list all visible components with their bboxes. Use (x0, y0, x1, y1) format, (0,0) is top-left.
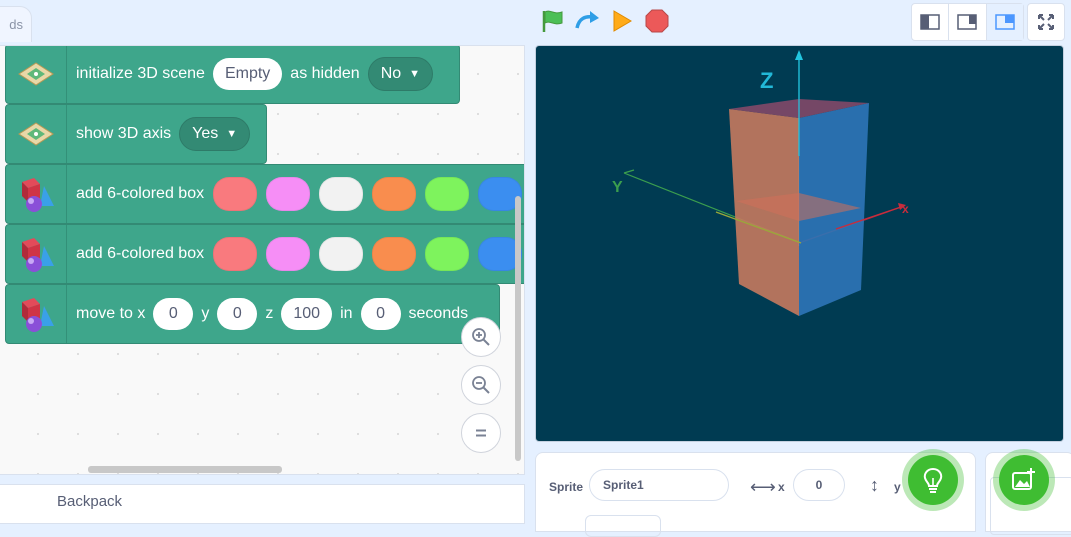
horizontal-scrollbar[interactable] (88, 466, 282, 473)
block-initialize-3d-scene[interactable]: initialize 3D scene Empty as hidden No ▼ (5, 46, 460, 104)
color-swatch-1[interactable] (213, 177, 258, 211)
axis-label-y: Y (612, 179, 623, 196)
stage-size-toggle[interactable] (911, 3, 1024, 41)
block-label: as hidden (290, 65, 360, 82)
block-label: move to x (76, 305, 146, 322)
equals-icon (476, 429, 486, 437)
tab-sounds[interactable]: ds (0, 6, 32, 42)
zoom-in-icon (472, 328, 490, 346)
curved-arrow-icon (575, 11, 599, 29)
hidden-dropdown[interactable]: No ▼ (367, 57, 434, 91)
color-swatch-3[interactable] (319, 177, 364, 211)
large-stage-button[interactable] (986, 4, 1023, 40)
green-flag-button[interactable] (540, 8, 566, 34)
caret-down-icon: ▼ (226, 128, 238, 140)
scene-type-input[interactable]: Empty (212, 58, 283, 90)
zoom-out-icon (472, 376, 490, 394)
zoom-in-button[interactable] (461, 317, 501, 357)
x-label: x (778, 480, 785, 494)
scene-extension-icon (6, 105, 67, 163)
play-button[interactable] (609, 8, 635, 34)
3d-scene: Z Y x (612, 50, 909, 316)
sprite-name-input[interactable]: Sprite1 (589, 469, 729, 501)
block-add-6-colored-box[interactable]: add 6-colored box (5, 164, 524, 224)
stage-canvas[interactable]: Z Y x (535, 45, 1064, 442)
color-swatch-1[interactable] (213, 237, 258, 271)
color-swatch-5[interactable] (425, 237, 470, 271)
block-show-3d-axis[interactable]: show 3D axis Yes ▼ (5, 104, 267, 164)
code-workspace[interactable]: initialize 3D scene Empty as hidden No ▼ … (0, 45, 525, 475)
axis-label-z: Z (760, 68, 773, 93)
3d-shapes-icon (6, 285, 67, 343)
color-swatch-2[interactable] (266, 177, 311, 211)
block-label: seconds (408, 305, 469, 322)
horizontal-arrows-icon: ⟷ (750, 477, 776, 497)
color-swatch-4[interactable] (372, 177, 417, 211)
small-stage-icon (920, 14, 940, 30)
block-label: add 6-colored box (76, 245, 205, 262)
choose-backdrop-button[interactable] (999, 455, 1049, 505)
block-label: add 6-colored box (76, 185, 205, 202)
block-move-to-xyz[interactable]: move to x 0 y 0 z 100 in 0 seconds (5, 284, 500, 344)
lightbulb-icon (923, 467, 943, 493)
sprite-label: Sprite (549, 480, 584, 494)
z-input[interactable]: 100 (281, 298, 333, 330)
sprite-row-2-stub (585, 515, 661, 537)
green-flag-icon (542, 10, 563, 32)
vertical-scrollbar[interactable] (515, 196, 521, 461)
stop-icon (645, 9, 669, 33)
y-label: y (894, 480, 901, 494)
3d-shapes-icon (6, 165, 67, 223)
x-input[interactable]: 0 (153, 298, 194, 330)
zoom-out-button[interactable] (461, 365, 501, 405)
backpack-panel[interactable]: Backpack (0, 484, 525, 524)
choose-sprite-button[interactable] (908, 455, 958, 505)
large-stage-icon (995, 14, 1015, 30)
color-swatch-4[interactable] (372, 237, 417, 271)
normal-stage-icon (957, 14, 978, 30)
sprite-info-panel: Sprite Sprite1 ⟷ x 0 ↕ y (535, 452, 976, 537)
image-plus-icon (1012, 468, 1035, 490)
color-swatch-2[interactable] (266, 237, 311, 271)
vertical-arrows-icon: ↕ (870, 475, 879, 495)
3d-shapes-icon (6, 225, 67, 283)
zoom-reset-button[interactable] (461, 413, 501, 453)
block-label: show 3D axis (76, 125, 172, 142)
caret-down-icon: ▼ (409, 68, 421, 80)
play-icon (613, 10, 632, 32)
y-input[interactable]: 0 (217, 298, 258, 330)
block-label: y (201, 305, 210, 322)
small-stage-button[interactable] (912, 4, 950, 40)
fullscreen-button[interactable] (1027, 3, 1065, 41)
normal-stage-button[interactable] (949, 4, 987, 40)
block-label: z (265, 305, 274, 322)
block-label: initialize 3D scene (76, 65, 205, 82)
block-label: in (340, 305, 353, 322)
scene-extension-icon (6, 46, 67, 103)
axis-label-x: x (902, 202, 909, 216)
axis-dropdown[interactable]: Yes ▼ (179, 117, 251, 151)
block-add-6-colored-box[interactable]: add 6-colored box (5, 224, 524, 284)
seconds-input[interactable]: 0 (360, 298, 401, 330)
stop-button[interactable] (644, 8, 670, 34)
sprite-x-input[interactable]: 0 (793, 469, 845, 501)
color-swatch-3[interactable] (319, 237, 364, 271)
fullscreen-icon (1038, 14, 1054, 30)
color-swatch-5[interactable] (425, 177, 470, 211)
turbo-mode-button[interactable] (574, 8, 600, 34)
